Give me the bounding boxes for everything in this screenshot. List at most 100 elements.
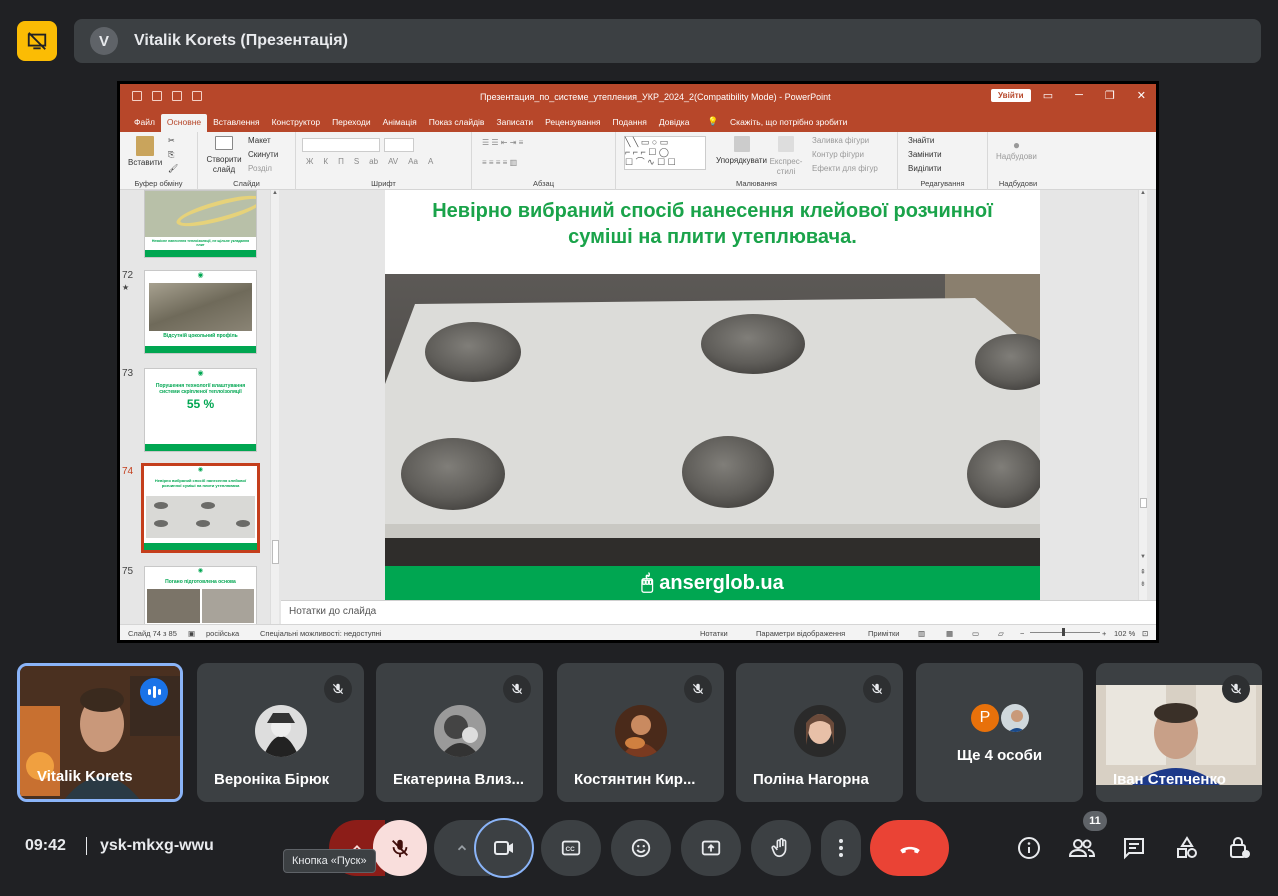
layout-button[interactable]: Макет [248, 136, 271, 145]
reset-button[interactable]: Скинути [248, 150, 278, 159]
ribbon-tab[interactable]: Показ слайдів [423, 114, 491, 132]
ribbon-tab[interactable]: Рецензування [539, 114, 606, 132]
ribbon-tab[interactable]: Файл [128, 114, 161, 132]
presentation-toggle-button[interactable] [17, 21, 57, 61]
sorter-view-icon[interactable]: ▦ [946, 629, 953, 638]
present-screen-button[interactable] [681, 820, 741, 876]
slide-thumbnail-selected[interactable]: ◉ Невірно вибраний спосіб нанесення клей… [142, 464, 259, 552]
captions-button[interactable]: CC [541, 820, 601, 876]
slide-thumbnail[interactable]: ◉ Відсутній цокольний профіль [144, 270, 257, 354]
font-size-field[interactable] [384, 138, 414, 152]
ribbon-tab[interactable]: Анімація [377, 114, 423, 132]
participant-tile[interactable]: Поліна Нагорна [736, 663, 903, 802]
participant-tile[interactable]: Костянтин Кир... [557, 663, 724, 802]
slide-scrollbar[interactable]: ▲ ▼ ⇞ ⇟ [1138, 190, 1147, 600]
ribbon-tab[interactable]: Основне [160, 114, 208, 132]
paste-button[interactable]: Вставити [128, 136, 162, 167]
display-settings[interactable]: Параметри відображення [756, 629, 845, 638]
shape-outline-button[interactable]: Контур фігури [812, 150, 864, 159]
accessibility-status[interactable]: Спеціальні можливості: недоступні [260, 629, 381, 638]
zoom-slider-thumb[interactable] [1062, 628, 1065, 636]
slide-editor[interactable]: Невірно вибраний спосіб нанесення клейов… [281, 190, 1147, 600]
zoom-in-icon[interactable]: + [1102, 629, 1106, 638]
participant-tile[interactable]: Екатерина Влиз... [376, 663, 543, 802]
meeting-details-button[interactable] [1015, 834, 1043, 862]
reactions-button[interactable] [611, 820, 671, 876]
undo-icon[interactable] [152, 91, 162, 101]
ribbon-tab[interactable]: Конструктор [266, 114, 326, 132]
zoom-level[interactable]: 102 % [1114, 629, 1135, 638]
slideshow-view-icon[interactable]: ▱ [998, 629, 1004, 638]
participant-tile[interactable]: Іван Степченко [1096, 663, 1262, 802]
participant-tile-self[interactable]: Vitalik Korets [17, 663, 183, 802]
notes-pane[interactable]: Нотатки до слайда [281, 600, 1156, 624]
font-format-button[interactable]: AV [388, 157, 398, 166]
bullets-icon[interactable]: ☰ ☰ ⇤ ⇥ ≡ [482, 138, 523, 147]
ribbon-tab[interactable]: Вставлення [207, 114, 265, 132]
ribbon-tab[interactable]: Переходи [326, 114, 377, 132]
minimize-icon[interactable]: ─ [1075, 89, 1083, 102]
slide-thumbnail[interactable]: Неякісне нанесення теплоізоляції, не щіл… [144, 190, 257, 258]
slide-thumbnail[interactable]: ◉ Порушення технології влаштування систе… [144, 368, 257, 452]
select-button[interactable]: Виділити [908, 164, 942, 173]
camera-button[interactable] [474, 818, 534, 878]
font-format-button[interactable]: S [354, 157, 359, 166]
activities-button[interactable] [1173, 834, 1201, 862]
lightbulb-icon[interactable]: 💡 [701, 113, 724, 132]
restore-icon[interactable]: ❐ [1105, 89, 1115, 102]
ribbon-tab[interactable]: Записати [490, 114, 539, 132]
arrange-button[interactable]: Упорядкувати [716, 136, 767, 165]
ribbon-tab[interactable]: Подання [607, 114, 653, 132]
zoom-out-icon[interactable]: − [1020, 629, 1024, 638]
format-painter-icon[interactable]: 🖌 [168, 164, 178, 173]
raise-hand-button[interactable] [751, 820, 811, 876]
fit-slide-icon[interactable]: ⊡ [1142, 629, 1148, 638]
zoom-slider[interactable] [1030, 632, 1100, 633]
ribbon-display-icon[interactable]: ▭ [1043, 89, 1053, 102]
people-button[interactable] [1068, 834, 1096, 862]
font-name-field[interactable] [302, 138, 380, 152]
sign-in-button[interactable]: Увійти [991, 89, 1031, 102]
spellcheck-icon[interactable]: ▣ [188, 629, 195, 638]
addins-button[interactable]: ● Надбудови [996, 138, 1037, 161]
new-slide-button[interactable]: Створити слайд [204, 136, 244, 175]
font-format-button[interactable]: Aa [408, 157, 418, 166]
replace-button[interactable]: Замінити [908, 150, 942, 159]
language-label[interactable]: російська [206, 629, 239, 638]
new-slide-icon [215, 136, 233, 150]
align-icon[interactable]: ≡ ≡ ≡ ≡ ▥ [482, 158, 517, 167]
slideshow-icon[interactable] [192, 91, 202, 101]
font-format-button[interactable]: ab [369, 157, 378, 166]
font-format-button[interactable]: П [338, 157, 344, 166]
host-controls-button[interactable] [1226, 834, 1254, 862]
cut-icon[interactable]: ✂ [168, 136, 175, 145]
ribbon-tab[interactable]: Довідка [653, 114, 696, 132]
section-button[interactable]: Розділ [248, 164, 272, 173]
tell-me-search[interactable]: Скажіть, що потрібно зробити [724, 114, 853, 132]
normal-view-icon[interactable]: ▥ [918, 629, 925, 638]
microphone-button[interactable] [373, 820, 427, 876]
redo-icon[interactable] [172, 91, 182, 101]
font-format-button[interactable]: Ж [306, 157, 313, 166]
quick-styles-button[interactable]: Експрес-стилі [766, 136, 806, 177]
leave-call-button[interactable] [870, 820, 949, 876]
participant-tile-more[interactable]: P Ще 4 особи [916, 663, 1083, 802]
participant-tile[interactable]: Вероніка Бірюк [197, 663, 364, 802]
shape-fill-button[interactable]: Заливка фігури [812, 136, 869, 145]
font-format-button[interactable]: A [428, 157, 433, 166]
comments-toggle[interactable]: Примітки [868, 629, 899, 638]
notes-toggle[interactable]: Нотатки [700, 629, 728, 638]
shapes-gallery[interactable]: ╲ ╲ ▭ ○ ▭ ⌐ ⌐ ⌐ ☐ ◯ ☐ ⌒ ∿ ☐ ☐ [624, 136, 706, 170]
find-button[interactable]: Знайти [908, 136, 934, 145]
slide-thumbnail[interactable]: ◉ Погано підготовлена основа [144, 566, 257, 626]
font-format-button[interactable]: К [323, 157, 328, 166]
more-options-button[interactable] [821, 820, 861, 876]
current-slide[interactable]: Невірно вибраний спосіб нанесення клейов… [385, 190, 1040, 600]
save-icon[interactable] [132, 91, 142, 101]
close-icon[interactable]: ✕ [1137, 89, 1146, 102]
copy-icon[interactable]: ⎘ [168, 150, 174, 160]
thumbnails-scrollbar[interactable]: ▲ [270, 190, 279, 624]
reading-view-icon[interactable]: ▭ [972, 629, 979, 638]
chat-button[interactable] [1120, 834, 1148, 862]
shape-effects-button[interactable]: Ефекти для фігур [812, 164, 878, 173]
